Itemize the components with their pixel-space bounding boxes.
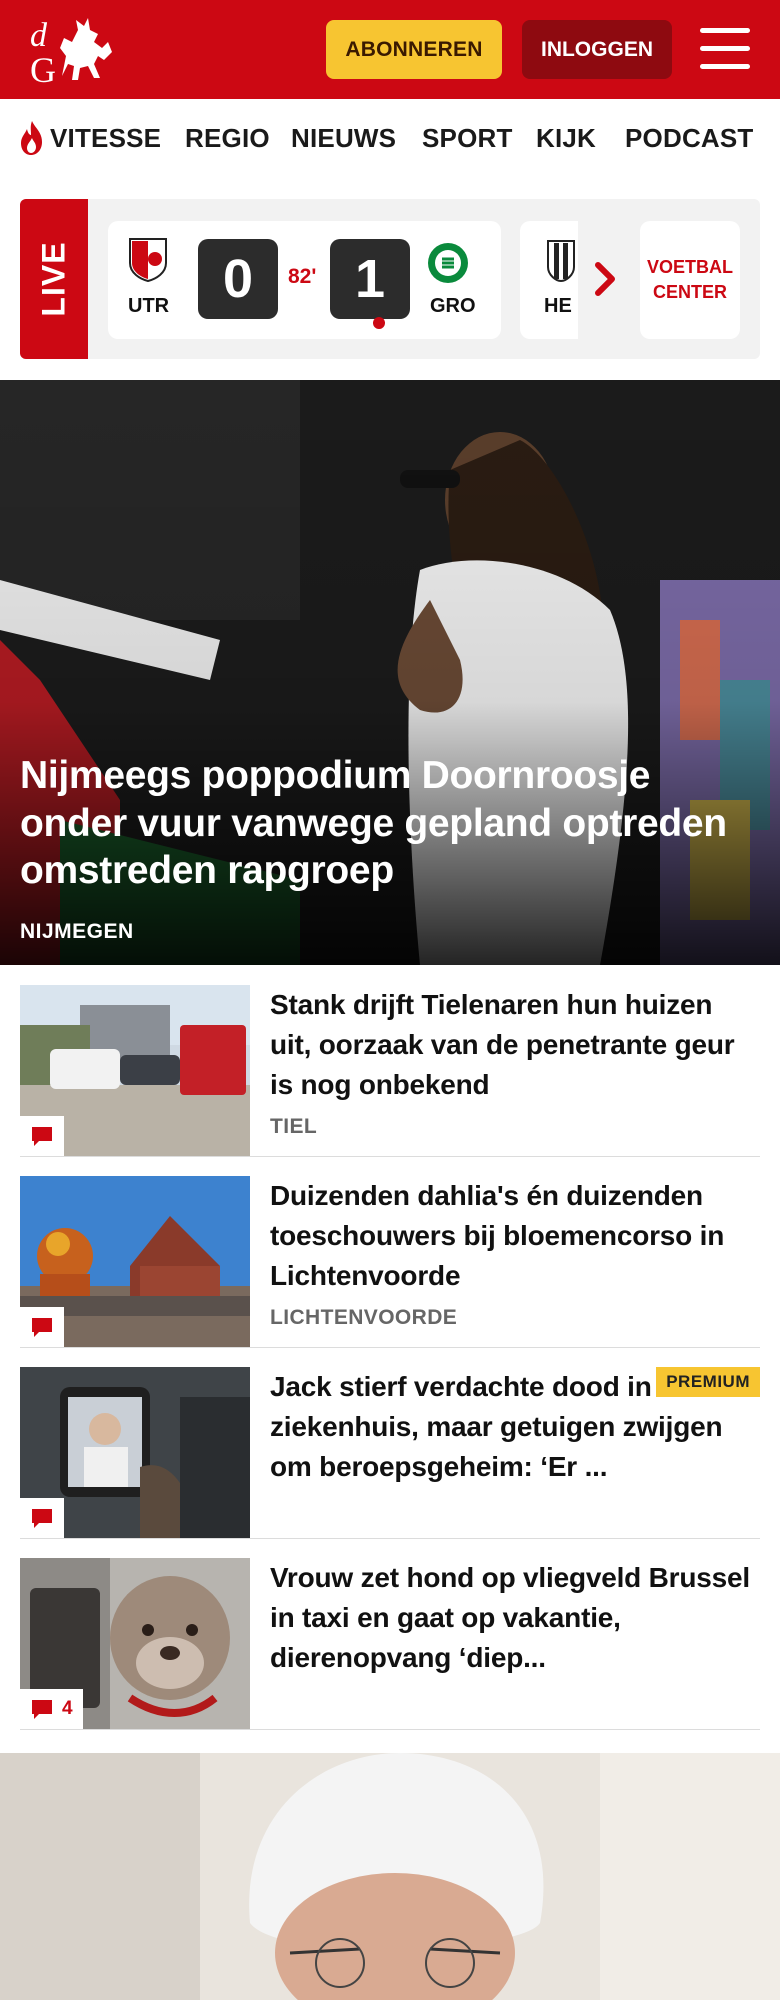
voetbal-center-line1: VOETBAL — [646, 256, 733, 277]
nav-item-nieuws[interactable]: NIEUWS — [291, 123, 396, 154]
comments-badge[interactable]: 4 — [20, 1689, 83, 1729]
comment-icon — [32, 1509, 52, 1528]
dg-logo[interactable]: d G — [28, 12, 116, 90]
heracles-badge-icon — [547, 240, 575, 283]
comment-icon — [32, 1318, 52, 1337]
portrait-image — [0, 1753, 780, 2000]
comments-badge[interactable] — [20, 1498, 64, 1538]
hero-location: NIJMEGEN — [20, 920, 134, 943]
voetbal-center-link[interactable]: VOETBAL CENTER — [640, 221, 740, 339]
live-tab[interactable]: LIVE — [20, 199, 88, 359]
match-minute: 82' — [288, 265, 317, 288]
comment-icon — [32, 1127, 52, 1146]
live-label: LIVE — [35, 241, 72, 317]
flame-icon — [21, 121, 42, 155]
article-title[interactable]: Stank drijft Tielenaren hun huizen uit, … — [270, 985, 760, 1104]
next-match-card[interactable]: HE — [520, 221, 578, 339]
svg-text:d: d — [30, 17, 48, 54]
article-title[interactable]: Jack stierf verdachte dood in ziekenhuis… — [270, 1367, 760, 1486]
away-score: 1 — [330, 239, 410, 319]
away-team: GRO — [430, 295, 476, 317]
fc-groningen-badge-icon — [428, 243, 468, 283]
next-home-team: HE — [544, 295, 572, 317]
nav-item-vitesse[interactable]: VITESSE — [50, 123, 161, 154]
article-title[interactable]: Vrouw zet hond op vliegveld Brussel in t… — [270, 1558, 760, 1677]
comments-badge[interactable] — [20, 1116, 64, 1156]
site-header: d G ABONNEREN INLOGGEN — [0, 0, 780, 99]
article-item[interactable]: 4 Vrouw zet hond op vliegveld Brussel in… — [20, 1558, 760, 1730]
subscribe-button[interactable]: ABONNEREN — [326, 20, 502, 79]
article-location: TIEL — [270, 1115, 318, 1138]
comment-count: 4 — [62, 1698, 73, 1719]
live-scores-bar: LIVE UTR 0 82' 1 GRO HE VOETBAL CENTER — [20, 199, 760, 359]
live-indicator-dot — [373, 317, 385, 329]
match-card[interactable]: UTR 0 82' 1 GRO — [108, 221, 501, 339]
article-item[interactable]: Duizenden dahlia's én duizenden toeschou… — [20, 1176, 760, 1348]
nav-item-sport[interactable]: SPORT — [422, 123, 513, 154]
article-item[interactable]: Stank drijft Tielenaren hun huizen uit, … — [20, 985, 760, 1157]
svg-text:G: G — [30, 50, 56, 88]
fc-utrecht-badge-icon — [129, 238, 167, 283]
home-team: UTR — [128, 295, 170, 317]
voetbal-center-line2: CENTER — [652, 282, 727, 302]
hamburger-menu-icon[interactable] — [700, 28, 750, 70]
nav-item-regio[interactable]: REGIO — [185, 123, 270, 154]
comment-icon — [32, 1700, 52, 1719]
nav-item-kijk[interactable]: KIJK — [536, 123, 596, 154]
hero-title[interactable]: Nijmeegs poppodium Doornroosje onder vuu… — [20, 752, 760, 895]
article-location: LICHTENVOORDE — [270, 1306, 458, 1329]
article-item[interactable]: PREMIUM Jack stierf verdachte dood in zi… — [20, 1367, 760, 1539]
main-nav: VITESSE REGIO NIEUWS SPORT KIJK PODCAST — [0, 99, 780, 181]
next-article-image[interactable] — [0, 1753, 780, 2000]
nav-item-podcast[interactable]: PODCAST — [625, 123, 754, 154]
home-score: 0 — [198, 239, 278, 319]
chevron-right-icon[interactable] — [590, 261, 620, 297]
login-button[interactable]: INLOGGEN — [522, 20, 672, 79]
comments-badge[interactable] — [20, 1307, 64, 1347]
article-title[interactable]: Duizenden dahlia's én duizenden toeschou… — [270, 1176, 760, 1295]
hero-article[interactable]: Nijmeegs poppodium Doornroosje onder vuu… — [0, 380, 780, 965]
